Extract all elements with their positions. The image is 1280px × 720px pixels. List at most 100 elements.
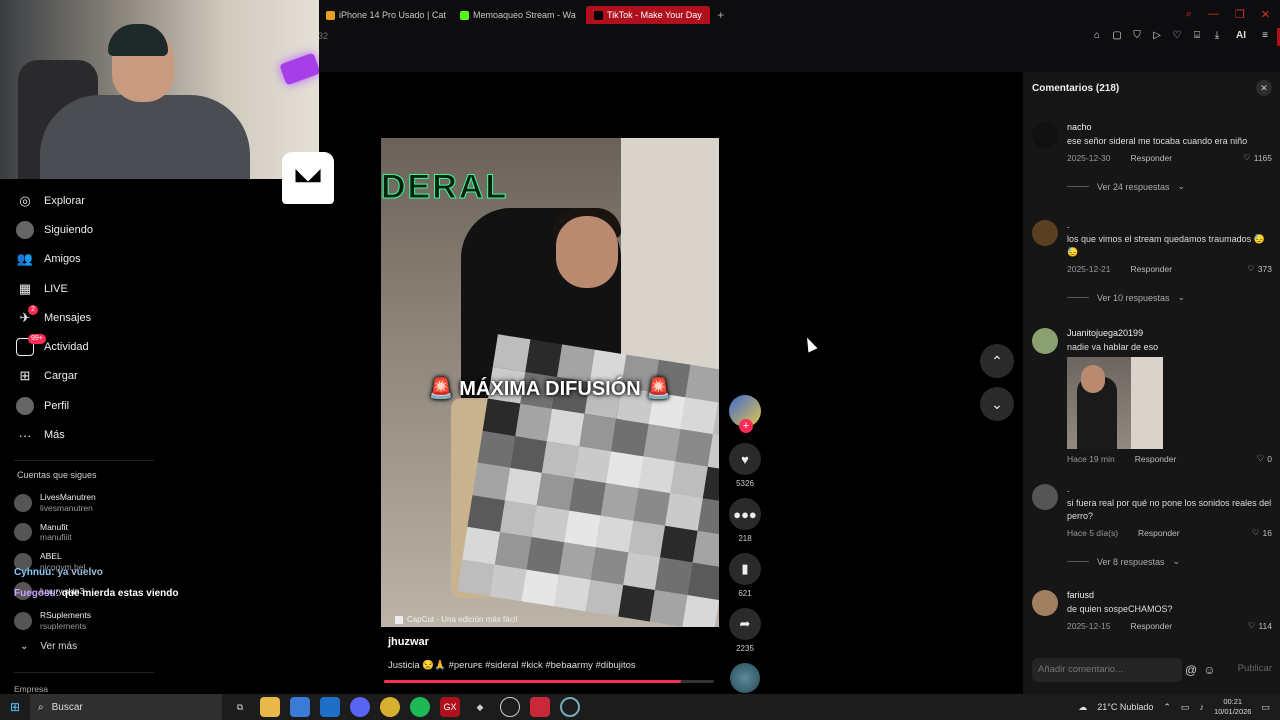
sidebar-item-6[interactable]: ⊞ Cargar bbox=[0, 362, 318, 391]
comment-like-count: 0 bbox=[1267, 453, 1272, 464]
sidebar-item-7[interactable]: Perfil bbox=[0, 391, 318, 420]
clock[interactable]: 00:21 10/01/2026 bbox=[1214, 697, 1252, 717]
taskbar: ⊞ ⌕ Buscar ⧉ GX ◆ ☁ 21°C Nublado ⌃ ▭ ♪ 0… bbox=[0, 694, 1280, 720]
reply-button[interactable]: Responder bbox=[1130, 153, 1172, 163]
volume-icon[interactable]: ♪ bbox=[1199, 702, 1204, 712]
avatar[interactable] bbox=[1032, 328, 1058, 354]
comment-like-button[interactable]: ♡ 16 bbox=[1252, 527, 1272, 538]
previous-video-button[interactable]: ⌃ bbox=[980, 344, 1014, 378]
browser-tab[interactable]: Memoaqueo Stream - Wa bbox=[452, 6, 582, 24]
video-progress-bar[interactable] bbox=[384, 680, 714, 683]
close-comments-button[interactable]: ✕ bbox=[1256, 80, 1272, 96]
taskbar-search[interactable]: ⌕ Buscar bbox=[30, 694, 222, 720]
discord-icon[interactable] bbox=[350, 697, 370, 717]
shield-icon[interactable]: ⛉ bbox=[1130, 30, 1144, 41]
next-video-button[interactable]: ⌄ bbox=[980, 387, 1014, 421]
search-icon[interactable]: ⌕ bbox=[1186, 8, 1192, 21]
comment-button[interactable]: ●●● bbox=[729, 498, 761, 530]
task-view-icon[interactable]: ⧉ bbox=[230, 697, 250, 717]
sidebar-item-0[interactable]: ◎ Explorar bbox=[0, 186, 318, 215]
comment-user[interactable]: . bbox=[1067, 220, 1272, 230]
comment-input-tools: @ ☺ bbox=[1185, 663, 1215, 677]
play-icon[interactable]: ▷ bbox=[1150, 30, 1164, 41]
share-button[interactable]: ➦ bbox=[729, 608, 761, 640]
obs-icon[interactable] bbox=[500, 697, 520, 717]
reply-button[interactable]: Responder bbox=[1138, 528, 1180, 538]
ai-button[interactable]: AI bbox=[1230, 30, 1252, 41]
minimize-button[interactable]: — bbox=[1208, 8, 1219, 21]
view-replies-button[interactable]: Ver 8 respuestas ⌄ bbox=[1067, 556, 1272, 567]
sidebar-item-4[interactable]: ✈ Mensajes 2 bbox=[0, 303, 318, 332]
spotify-icon[interactable] bbox=[410, 697, 430, 717]
app-yellow-icon[interactable] bbox=[380, 697, 400, 717]
comment-like-button[interactable]: ♡ 1165 bbox=[1243, 152, 1272, 163]
sidebar-item-1[interactable]: Siguiendo bbox=[0, 215, 318, 244]
reply-button[interactable]: Responder bbox=[1130, 621, 1172, 631]
avatar[interactable] bbox=[1032, 122, 1058, 148]
company-link[interactable]: Empresa bbox=[14, 684, 48, 694]
download-icon[interactable]: ⤓ bbox=[1210, 30, 1224, 41]
reply-button[interactable]: Responder bbox=[1135, 454, 1177, 464]
following-item[interactable]: RSuplements rsuplements bbox=[14, 606, 234, 636]
heart-icon[interactable]: ♡ bbox=[1170, 30, 1184, 41]
browser-tab[interactable]: TikTok - Make Your Day bbox=[586, 6, 710, 24]
app-ring-icon[interactable] bbox=[560, 697, 580, 717]
wallet-icon[interactable]: ⌸ bbox=[1190, 30, 1204, 41]
avatar[interactable] bbox=[1032, 484, 1058, 510]
heart-icon: ♡ bbox=[1247, 263, 1255, 273]
close-window-button[interactable]: ✕ bbox=[1261, 8, 1270, 21]
app-layers-icon[interactable]: ◆ bbox=[470, 697, 490, 717]
like-button[interactable]: ♥ bbox=[729, 443, 761, 475]
mention-icon[interactable]: @ bbox=[1185, 663, 1197, 677]
file-explorer-icon[interactable] bbox=[260, 697, 280, 717]
comment-user[interactable]: . bbox=[1067, 484, 1272, 494]
music-disc-icon[interactable] bbox=[730, 663, 760, 693]
see-more-link[interactable]: ⌄ Ver más bbox=[20, 641, 77, 652]
mail-icon[interactable] bbox=[320, 697, 340, 717]
avatar[interactable] bbox=[1032, 220, 1058, 246]
comment-image[interactable] bbox=[1067, 357, 1163, 449]
comment-user[interactable]: Juanitojuega20199 bbox=[1067, 328, 1272, 338]
new-tab-button[interactable]: + bbox=[714, 6, 728, 26]
comment-like-button[interactable]: ♡ 114 bbox=[1248, 620, 1272, 631]
chevron-up-icon[interactable]: ⌃ bbox=[1163, 702, 1171, 713]
save-button[interactable]: ▮ bbox=[729, 553, 761, 585]
reply-button[interactable]: Responder bbox=[1130, 264, 1172, 274]
view-replies-button[interactable]: Ver 24 respuestas ⌄ bbox=[1067, 181, 1272, 192]
sidebar-item-2[interactable]: 👥 Amigos bbox=[0, 245, 318, 274]
windows-start-icon[interactable]: ⊞ bbox=[0, 700, 30, 714]
follow-plus-icon[interactable]: + bbox=[739, 419, 753, 433]
network-icon[interactable]: ▭ bbox=[1181, 702, 1190, 713]
pin-icon[interactable]: ⌂ bbox=[1090, 30, 1104, 41]
video-player[interactable]: DERAL 🚨 MÁXIMA DIFUSIÓN 🚨 CapCut · Una e… bbox=[381, 138, 719, 627]
comment-like-button[interactable]: ♡ 0 bbox=[1257, 453, 1272, 464]
emoji-icon[interactable]: ☺ bbox=[1203, 663, 1215, 677]
menu-icon[interactable]: ≡ bbox=[1258, 30, 1272, 41]
app-red-icon[interactable] bbox=[530, 697, 550, 717]
divider bbox=[14, 460, 154, 461]
browser-tab[interactable]: iPhone 14 Pro Usado | Cat bbox=[318, 6, 448, 24]
sidebar-item-8[interactable]: ··· Más bbox=[0, 420, 318, 449]
sidebar-item-3[interactable]: ▦ LIVE bbox=[0, 274, 318, 303]
snapshot-icon[interactable]: ▢ bbox=[1110, 30, 1124, 41]
comment-item: Juanitojuega20199 nadie va hablar de eso H… bbox=[1032, 328, 1272, 464]
view-replies-button[interactable]: Ver 10 respuestas ⌄ bbox=[1067, 292, 1272, 303]
following-item[interactable]: Manufit manufiiit bbox=[14, 518, 234, 548]
opera-gx-icon[interactable]: GX bbox=[440, 697, 460, 717]
notifications-icon[interactable]: ▭ bbox=[1261, 702, 1270, 713]
sidebar-item-5[interactable]: Actividad 99+ bbox=[0, 332, 318, 361]
maximize-button[interactable]: ❐ bbox=[1235, 8, 1245, 21]
creator-avatar[interactable]: + bbox=[729, 395, 761, 433]
comment-like-button[interactable]: ♡ 373 bbox=[1247, 263, 1272, 274]
share-icon: ➦ bbox=[739, 616, 751, 631]
chat-message: Fuegosu: que mierda estas viendo bbox=[14, 588, 179, 599]
video-author[interactable]: jhuzwar bbox=[388, 636, 429, 648]
following-item[interactable]: LivesManutren livesmanutren bbox=[14, 488, 234, 518]
comment-user[interactable]: fariusd bbox=[1067, 590, 1272, 600]
comment-input[interactable] bbox=[1032, 658, 1182, 682]
store-icon[interactable] bbox=[290, 697, 310, 717]
comment-user[interactable]: nacho bbox=[1067, 122, 1272, 132]
publish-button[interactable]: Publicar bbox=[1238, 663, 1272, 674]
weather-text[interactable]: 21°C Nublado bbox=[1097, 702, 1153, 712]
avatar[interactable] bbox=[1032, 590, 1058, 616]
